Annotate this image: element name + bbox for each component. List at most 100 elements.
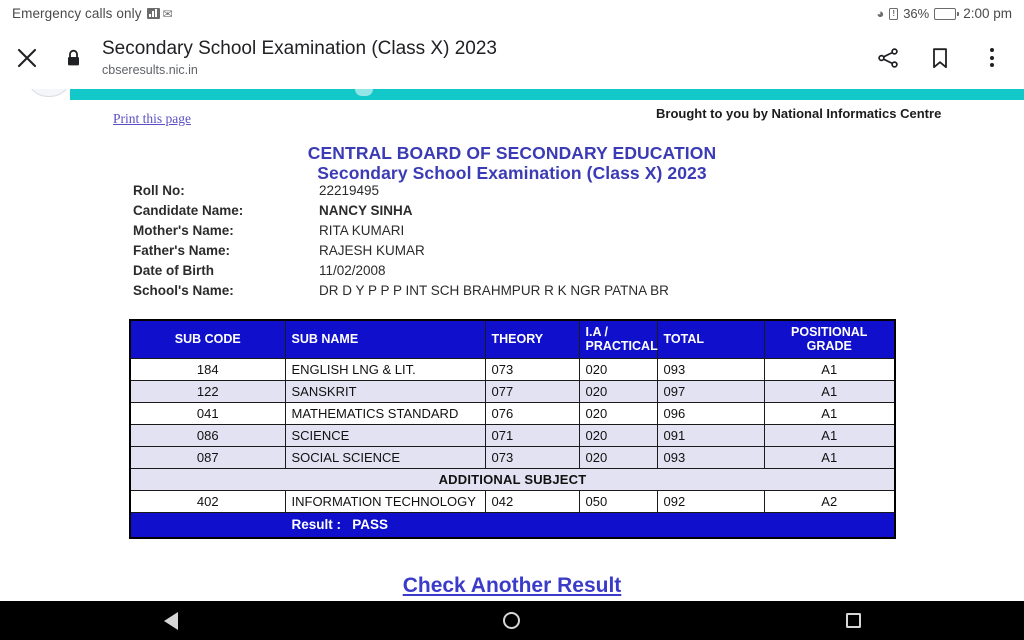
toolbar-actions (862, 32, 1024, 84)
detail-row-fathers-name: Father's Name: RAJESH KUMAR (133, 243, 669, 263)
table-row: 402 INFORMATION TECHNOLOGY 042 050 092 A… (129, 489, 896, 513)
android-status-bar: Emergency calls only ✉ ◕ ! 36% 2:00 pm (0, 0, 1024, 27)
detail-label: Mother's Name: (133, 223, 234, 238)
cell-total: 091 (656, 423, 765, 447)
home-circle-icon (503, 612, 521, 629)
site-logo-partial (26, 89, 72, 97)
detail-label: Roll No: (133, 183, 185, 198)
result-value: PASS (352, 517, 389, 533)
cell-ia: 020 (578, 401, 658, 425)
bookmark-button[interactable] (914, 32, 966, 84)
status-bar-left: Emergency calls only ✉ (12, 6, 173, 21)
cell-grade: A1 (763, 401, 896, 425)
cell-sub-name: MATHEMATICS STANDARD (284, 401, 486, 425)
col-sub-name: SUB NAME (284, 319, 486, 359)
nav-back-button[interactable] (111, 611, 231, 630)
android-nav-bar (0, 601, 1024, 640)
site-banner-bar (70, 89, 1024, 100)
battery-percent-label: 36% (903, 6, 930, 21)
detail-row-dob: Date of Birth 11/02/2008 (133, 263, 669, 283)
detail-label: Date of Birth (133, 263, 214, 278)
table-row: 086 SCIENCE 071 020 091 A1 (129, 423, 896, 447)
nav-recents-button[interactable] (793, 613, 913, 628)
cell-total: 093 (656, 445, 765, 469)
table-row: 087 SOCIAL SCIENCE 073 020 093 A1 (129, 445, 896, 469)
table-row: 122 SANSKRIT 077 020 097 A1 (129, 379, 896, 403)
close-button[interactable] (0, 46, 54, 70)
gmail-icon: ✉ (162, 6, 173, 21)
cell-theory: 077 (484, 379, 580, 403)
detail-label: Father's Name: (133, 243, 230, 258)
detail-value-candidate-name: NANCY SINHA (319, 203, 413, 218)
cell-sub-code: 087 (129, 445, 286, 469)
detail-value-roll-no: 22219495 (319, 183, 380, 198)
col-grade-line2: GRADE (806, 339, 852, 354)
status-clock: 2:00 pm (963, 6, 1012, 21)
detail-value-fathers-name: RAJESH KUMAR (319, 243, 425, 258)
cell-grade: A2 (763, 489, 896, 513)
result-text: Result : PASS (284, 511, 896, 539)
col-grade-line1: POSITIONAL (791, 325, 868, 340)
toolbar-titles[interactable]: Secondary School Examination (Class X) 2… (92, 38, 862, 78)
cell-sub-code: 122 (129, 379, 286, 403)
col-ia-line2: PRACTICAL (585, 339, 658, 354)
share-button[interactable] (862, 32, 914, 84)
cell-ia: 020 (578, 357, 658, 381)
col-theory: THEORY (484, 319, 580, 359)
cell-sub-code: 086 (129, 423, 286, 447)
result-label: Result : (291, 517, 342, 533)
table-header-row: SUB CODE SUB NAME THEORY I.A / PRACTICAL… (129, 319, 896, 359)
col-ia-practical: I.A / PRACTICAL (578, 319, 658, 359)
result-spacer (129, 511, 286, 539)
detail-value-mothers-name: RITA KUMARI (319, 223, 405, 238)
cell-grade: A1 (763, 357, 896, 381)
cell-total: 092 (656, 489, 765, 513)
cell-total: 097 (656, 379, 765, 403)
cell-theory: 073 (484, 357, 580, 381)
detail-row-roll-no: Roll No: 22219495 (133, 183, 669, 203)
cell-total: 093 (656, 357, 765, 381)
board-title: CENTRAL BOARD OF SECONDARY EDUCATION (307, 143, 717, 163)
status-bar-right: ◕ ! 36% 2:00 pm (876, 6, 1012, 21)
cell-theory: 076 (484, 401, 580, 425)
signal-bars-icon (146, 8, 160, 19)
col-positional-grade: POSITIONAL GRADE (763, 319, 896, 359)
nav-home-button[interactable] (452, 612, 572, 629)
recents-square-icon (845, 613, 861, 628)
back-triangle-icon (163, 611, 178, 630)
detail-row-mothers-name: Mother's Name: RITA KUMARI (133, 223, 669, 243)
detail-label: Candidate Name: (133, 203, 244, 218)
close-icon (17, 48, 37, 67)
cell-ia: 020 (578, 445, 658, 469)
device-screen: Emergency calls only ✉ ◕ ! 36% 2:00 pm S… (0, 0, 1024, 640)
overflow-menu-button[interactable] (966, 32, 1018, 84)
table-row: 041 MATHEMATICS STANDARD 076 020 096 A1 (129, 401, 896, 425)
cell-sub-name: SCIENCE (284, 423, 486, 447)
detail-row-school-name: School's Name: DR D Y P P P INT SCH BRAH… (133, 283, 669, 303)
browser-toolbar: Secondary School Examination (Class X) 2… (0, 27, 1024, 89)
webpage-viewport[interactable]: Print this page Brought to you by Nation… (0, 89, 1024, 601)
table-row: 184 ENGLISH LNG & LIT. 073 020 093 A1 (129, 357, 896, 381)
detail-value-dob: 11/02/2008 (319, 263, 386, 278)
detail-value-school-name: DR D Y P P P INT SCH BRAHMPUR R K NGR PA… (319, 283, 669, 298)
cell-sub-code: 402 (129, 489, 286, 513)
battery-icon (934, 7, 960, 20)
check-another-result-link[interactable]: Check Another Result (0, 574, 1024, 598)
cell-sub-name: INFORMATION TECHNOLOGY (284, 489, 486, 513)
nic-credit-text: Brought to you by National Informatics C… (656, 106, 942, 121)
cell-sub-name: ENGLISH LNG & LIT. (284, 357, 486, 381)
bookmark-icon (933, 47, 947, 68)
battery-alert-icon: ! (889, 7, 899, 20)
col-sub-code: SUB CODE (129, 319, 286, 359)
cell-sub-name: SOCIAL SCIENCE (284, 445, 486, 469)
col-ia-line1: I.A / (585, 325, 608, 340)
candidate-details: Roll No: 22219495 Candidate Name: NANCY … (133, 183, 669, 303)
cell-ia: 020 (578, 423, 658, 447)
print-this-page-link[interactable]: Print this page (113, 111, 191, 127)
security-lock[interactable] (54, 49, 92, 67)
result-row: Result : PASS (129, 511, 896, 539)
additional-subject-header-row: ADDITIONAL SUBJECT (129, 467, 896, 491)
cell-ia: 020 (578, 379, 658, 403)
cell-ia: 050 (578, 489, 658, 513)
detail-label: School's Name: (133, 283, 234, 298)
